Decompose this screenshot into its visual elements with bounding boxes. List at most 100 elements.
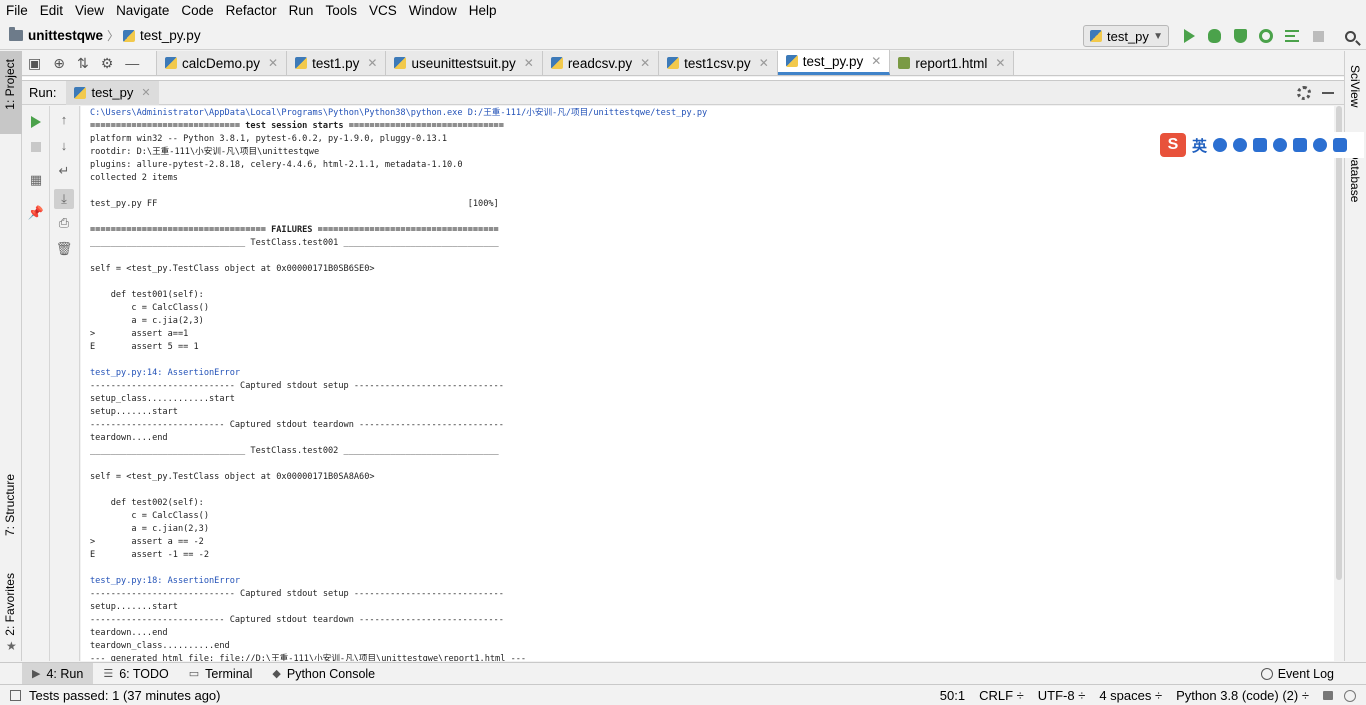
moon-icon[interactable] [1213,138,1228,152]
menu-file[interactable]: File [0,0,34,22]
caret-position[interactable]: 50:1 [933,688,972,703]
print-button[interactable]: ⎙ [57,215,71,230]
editor-tab[interactable]: test_py.py ✕ [777,50,891,75]
close-icon[interactable]: ✕ [640,56,650,70]
collapse-icon[interactable]: ⇅ [77,55,89,72]
project-tool-tab[interactable]: 1: Project [0,51,22,134]
pin-button[interactable]: 📌 [28,205,44,220]
bottom-tab[interactable]: ▭ Terminal [179,663,263,685]
close-icon[interactable]: ✕ [524,56,534,70]
python-interpreter[interactable]: Python 3.8 (code) (2) ÷ [1169,688,1316,703]
editor-tab[interactable]: report1.html ✕ [890,51,1015,75]
menu-edit[interactable]: Edit [34,0,69,22]
close-icon[interactable]: ✕ [268,56,278,70]
gear-icon[interactable]: ⚙ [101,55,114,72]
sciview-tool-tab[interactable]: SciView [1348,65,1362,107]
editor-tab[interactable]: calcDemo.py ✕ [157,51,288,75]
debug-button[interactable] [1206,28,1222,44]
scroll-to-end-button[interactable]: ⤓ [54,189,74,209]
tool-windows-icon[interactable] [10,689,21,701]
menu-help[interactable]: Help [463,0,503,22]
inspection-face-icon[interactable] [1344,689,1356,702]
scrollbar-thumb[interactable] [1336,106,1342,580]
indent-setting[interactable]: 4 spaces ÷ [1092,688,1169,703]
search-everywhere-button[interactable] [1342,28,1358,44]
soft-wrap-button[interactable]: ↵ [57,163,71,178]
minimize-icon[interactable]: — [125,55,139,71]
breadcrumb-file[interactable]: test_py.py [140,28,201,43]
ime-language-toggle[interactable]: 英 [1192,135,1207,156]
close-icon[interactable]: ✕ [141,86,150,99]
skin-icon[interactable] [1293,138,1308,152]
scroll-up-button[interactable]: ↑ [57,112,71,127]
python-file-icon [165,57,177,69]
stop-button[interactable] [29,140,43,154]
run-tab[interactable]: test_py ✕ [66,80,159,105]
editor-tab[interactable]: test1.py ✕ [287,51,387,75]
run-console-output[interactable]: C:\Users\Administrator\AppData\Local\Pro… [81,106,1334,661]
run-configuration-select[interactable]: test_py ▼ [1083,25,1169,47]
console-line: ================================== FAILU… [90,225,499,235]
chevron-down-icon: ▼ [1153,30,1163,42]
close-icon[interactable]: ✕ [759,56,769,70]
run-concurrency-button[interactable] [1284,28,1300,44]
navigation-bar: unittestqwe 〉 test_py.py test_py ▼ [0,22,1366,50]
editor-tab[interactable]: test1csv.py ✕ [659,51,778,75]
menu-refactor[interactable]: Refactor [220,0,283,22]
console-line[interactable]: test_py.py:18: AssertionError [90,575,1334,588]
menu-vcs[interactable]: VCS [363,0,403,22]
user-icon[interactable] [1273,138,1288,152]
clear-button[interactable]: 🗑 [56,241,73,256]
database-tool-tab[interactable]: Database [1348,151,1362,202]
menu-window[interactable]: Window [403,0,463,22]
status-message[interactable]: Tests passed: 1 (37 minutes ago) [29,688,221,703]
menu-navigate[interactable]: Navigate [110,0,175,22]
layout-icon[interactable]: ▣ [28,55,41,72]
run-button[interactable] [1181,28,1197,44]
sogou-logo-icon[interactable]: S [1160,133,1186,157]
event-log-tab[interactable]: Event Log [1260,663,1334,685]
favorites-tool-tab[interactable]: 2: Favorites [3,573,17,636]
editor-tab-label: useunittestsuit.py [411,55,516,71]
file-encoding[interactable]: UTF-8 ÷ [1031,688,1093,703]
menu-run[interactable]: Run [283,0,320,22]
keyboard-icon[interactable] [1253,138,1268,152]
ime-toolbar: S 英 [1158,132,1364,158]
editor-tab[interactable]: useunittestsuit.py ✕ [386,51,543,75]
console-scrollbar[interactable] [1334,106,1344,661]
bottom-tab-label: 4: Run [46,666,84,681]
menu-view[interactable]: View [69,0,110,22]
menu-tools[interactable]: Tools [319,0,363,22]
rerun-button[interactable] [29,115,43,129]
close-icon[interactable]: ✕ [871,54,881,68]
editor-tabs: calcDemo.py ✕ test1.py ✕ useunittestsuit.py ✕… [157,50,1015,75]
profile-button[interactable] [1258,28,1274,44]
restore-layout-button[interactable]: ▦ [29,172,43,187]
target-icon[interactable]: ⊕ [53,55,65,72]
wrench-icon[interactable] [1333,138,1348,152]
close-icon[interactable]: ✕ [995,56,1005,70]
scroll-down-button[interactable]: ↓ [57,138,71,153]
structure-tool-tab[interactable]: 7: Structure [3,474,17,536]
line-separator[interactable]: CRLF ÷ [972,688,1031,703]
menu-code[interactable]: Code [175,0,219,22]
console-line: rootdir: D:\王重-111\小安训-凡\项目\unittestqwe [90,147,320,157]
stop-button[interactable] [1310,28,1326,44]
search-icon [1344,30,1356,42]
coverage-button[interactable] [1232,28,1248,44]
lock-icon[interactable] [1323,691,1333,700]
console-line[interactable]: test_py.py:14: AssertionError [90,367,1334,380]
close-icon[interactable]: ✕ [367,56,377,70]
console-line[interactable]: C:\Users\Administrator\AppData\Local\Pro… [90,107,1334,120]
breadcrumb-project[interactable]: unittestqwe [28,28,103,43]
bottom-tab[interactable]: ◆ Python Console [262,663,385,685]
gear-icon[interactable] [1297,86,1311,100]
punctuation-icon[interactable] [1233,138,1248,152]
bottom-tab[interactable]: ☰ 6: TODO [93,663,178,685]
minimize-icon[interactable] [1322,92,1334,94]
status-widgets: 50:1 CRLF ÷ UTF-8 ÷ 4 spaces ÷ Python 3.… [933,685,1366,705]
search-icon[interactable] [1313,138,1328,152]
bottom-tab[interactable]: ▶ 4: Run [22,662,94,685]
editor-tab[interactable]: readcsv.py ✕ [542,51,660,75]
bug-icon [1207,29,1221,43]
